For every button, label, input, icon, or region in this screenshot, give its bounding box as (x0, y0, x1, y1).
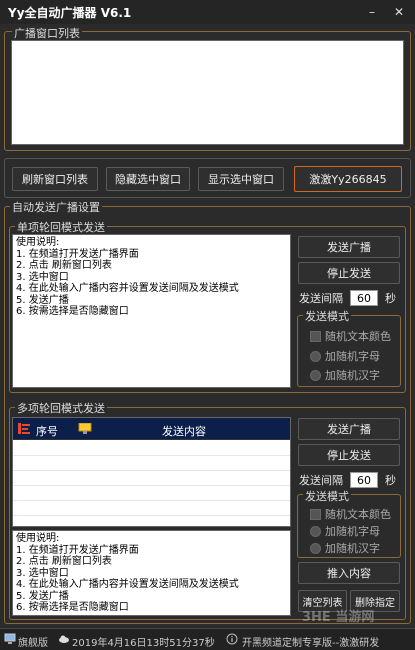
column-header-number[interactable]: 序号 (36, 423, 58, 439)
window-list-box[interactable] (11, 40, 404, 145)
minimize-button[interactable]: – (362, 4, 382, 20)
multi-interval-input[interactable]: 60 (350, 472, 378, 488)
table-row (13, 515, 290, 516)
table-row (13, 455, 290, 456)
single-interval-unit: 秒 (385, 292, 396, 305)
computer-icon (4, 633, 16, 645)
datetime-label: 2019年4月16日13时51分37秒 (72, 638, 215, 649)
multi-interval-label: 发送间隔 (299, 474, 343, 487)
single-add-chinese-option[interactable]: 加随机汉字 (310, 367, 380, 383)
radio-icon[interactable] (310, 369, 321, 381)
window-list-group-title: 广播窗口列表 (12, 25, 82, 41)
multi-content-input[interactable]: 使用说明: 1. 在频道打开发送广播界面 2. 点击 刷新窗口列表 3. 选中窗… (12, 530, 291, 616)
single-send-button[interactable]: 发送广播 (298, 236, 400, 258)
multi-mode-options-title: 发送模式 (303, 488, 351, 504)
watermark: 3HE 当游网 (302, 610, 375, 625)
multi-send-button[interactable]: 发送广播 (298, 418, 400, 440)
single-random-color-option[interactable]: 随机文本颜色 (310, 328, 391, 344)
single-mode-options-title: 发送模式 (303, 308, 351, 324)
monitor-icon (78, 422, 92, 434)
multi-stop-button[interactable]: 停止发送 (298, 444, 400, 466)
show-selected-window-button[interactable]: 显示选中窗口 (198, 167, 284, 191)
single-content-input[interactable]: 使用说明: 1. 在频道打开发送广播界面 2. 点击 刷新窗口列表 3. 选中窗… (12, 234, 291, 388)
cloud-icon (58, 633, 70, 645)
multi-add-chinese-label: 加随机汉字 (325, 542, 380, 555)
multi-random-color-option[interactable]: 随机文本颜色 (310, 506, 391, 522)
radio-icon[interactable] (310, 525, 321, 537)
window-title: Yy全自动广播器 V6.1 (8, 6, 132, 20)
refresh-window-list-button[interactable]: 刷新窗口列表 (12, 167, 98, 191)
single-random-color-label: 随机文本颜色 (325, 330, 391, 343)
radio-icon[interactable] (310, 350, 321, 362)
single-mode-group-title: 单项轮回模式发送 (15, 219, 107, 235)
table-row (13, 470, 290, 471)
close-button[interactable]: ✕ (389, 4, 409, 20)
single-add-letters-option[interactable]: 加随机字母 (310, 348, 380, 364)
status-info: 开黑频道定制专享版--激激研发 (242, 638, 380, 649)
single-add-letters-label: 加随机字母 (325, 350, 380, 363)
hide-selected-window-button[interactable]: 隐藏选中窗口 (106, 167, 190, 191)
contact-button[interactable]: 激激Yy266845 (294, 166, 402, 192)
table-row (13, 485, 290, 486)
table-row (13, 500, 290, 501)
multi-mode-group-title: 多项轮回模式发送 (15, 400, 107, 416)
multi-random-color-label: 随机文本颜色 (325, 508, 391, 521)
sort-icon (18, 423, 30, 434)
multi-add-letters-label: 加随机字母 (325, 525, 380, 538)
multi-interval-unit: 秒 (385, 474, 396, 487)
single-add-chinese-label: 加随机汉字 (325, 369, 380, 382)
info-icon (226, 633, 238, 645)
multi-add-letters-option[interactable]: 加随机字母 (310, 523, 380, 539)
single-interval-input[interactable]: 60 (350, 290, 378, 306)
single-stop-button[interactable]: 停止发送 (298, 262, 400, 284)
edition-label: 旗舰版 (18, 638, 48, 649)
single-interval-label: 发送间隔 (299, 292, 343, 305)
checkbox-icon[interactable] (310, 330, 321, 342)
column-header-content[interactable]: 发送内容 (162, 423, 206, 439)
radio-icon[interactable] (310, 542, 321, 554)
auto-broadcast-group-title: 自动发送广播设置 (10, 199, 102, 215)
multi-add-chinese-option[interactable]: 加随机汉字 (310, 540, 380, 556)
checkbox-icon[interactable] (310, 508, 321, 520)
insert-content-button[interactable]: 推入内容 (298, 562, 400, 584)
